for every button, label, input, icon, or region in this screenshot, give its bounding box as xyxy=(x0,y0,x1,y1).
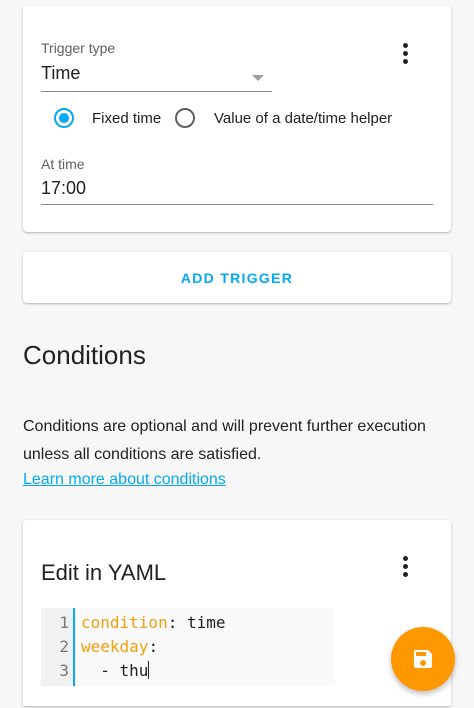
yaml-value: - thu xyxy=(81,661,149,680)
radio-helper-label[interactable]: Value of a date/time helper xyxy=(214,110,392,127)
conditions-title: Conditions xyxy=(23,340,146,370)
add-trigger-card[interactable]: ADD TRIGGER xyxy=(23,252,451,303)
yaml-sep: : xyxy=(148,637,159,656)
yaml-key: weekday xyxy=(81,637,149,656)
yaml-menu-button[interactable] xyxy=(393,554,417,578)
caret-down-icon xyxy=(252,75,264,81)
yaml-title: Edit in YAML xyxy=(41,560,167,585)
line-number: 3 xyxy=(59,661,69,680)
at-time-value: 17:00 xyxy=(41,178,87,198)
at-time-label: At time xyxy=(41,156,85,172)
yaml-key: condition xyxy=(81,613,168,632)
trigger-menu-button[interactable] xyxy=(393,41,417,65)
trigger-type-select[interactable]: Time xyxy=(41,60,272,92)
text-cursor xyxy=(148,661,150,679)
save-icon xyxy=(414,650,432,668)
dots-vertical-icon xyxy=(402,555,408,577)
add-trigger-button[interactable]: ADD TRIGGER xyxy=(181,270,293,286)
line-number: 1 xyxy=(59,613,69,632)
code-line: - thu xyxy=(81,661,150,680)
code-line: weekday: xyxy=(81,637,158,656)
save-fab-button[interactable] xyxy=(391,627,455,691)
at-time-input[interactable]: 17:00 xyxy=(41,176,433,206)
learn-more-conditions-link[interactable]: Learn more about conditions xyxy=(23,471,226,489)
trigger-type-value: Time xyxy=(41,63,81,83)
trigger-type-underline xyxy=(41,91,272,92)
radio-fixed-time-label[interactable]: Fixed time xyxy=(92,110,161,127)
yaml-editor[interactable]: 1 2 3 condition: time weekday: - thu xyxy=(41,608,335,686)
code-line: condition: time xyxy=(81,613,226,632)
line-number: 2 xyxy=(59,637,69,656)
yaml-sep: : xyxy=(167,613,187,632)
radio-helper[interactable] xyxy=(175,108,195,128)
radio-fixed-time[interactable] xyxy=(54,108,74,128)
conditions-description: Conditions are optional and will prevent… xyxy=(23,418,426,463)
at-time-underline xyxy=(41,204,433,205)
yaml-value: time xyxy=(186,613,226,632)
line-gutter: 1 2 3 xyxy=(41,608,75,686)
yaml-card: Edit in YAML 1 2 3 condition: time weekd… xyxy=(23,520,451,706)
trigger-type-label: Trigger type xyxy=(41,40,116,56)
trigger-card: Trigger type Time Fixed time Value of a … xyxy=(23,6,451,232)
dots-vertical-icon xyxy=(402,42,408,64)
